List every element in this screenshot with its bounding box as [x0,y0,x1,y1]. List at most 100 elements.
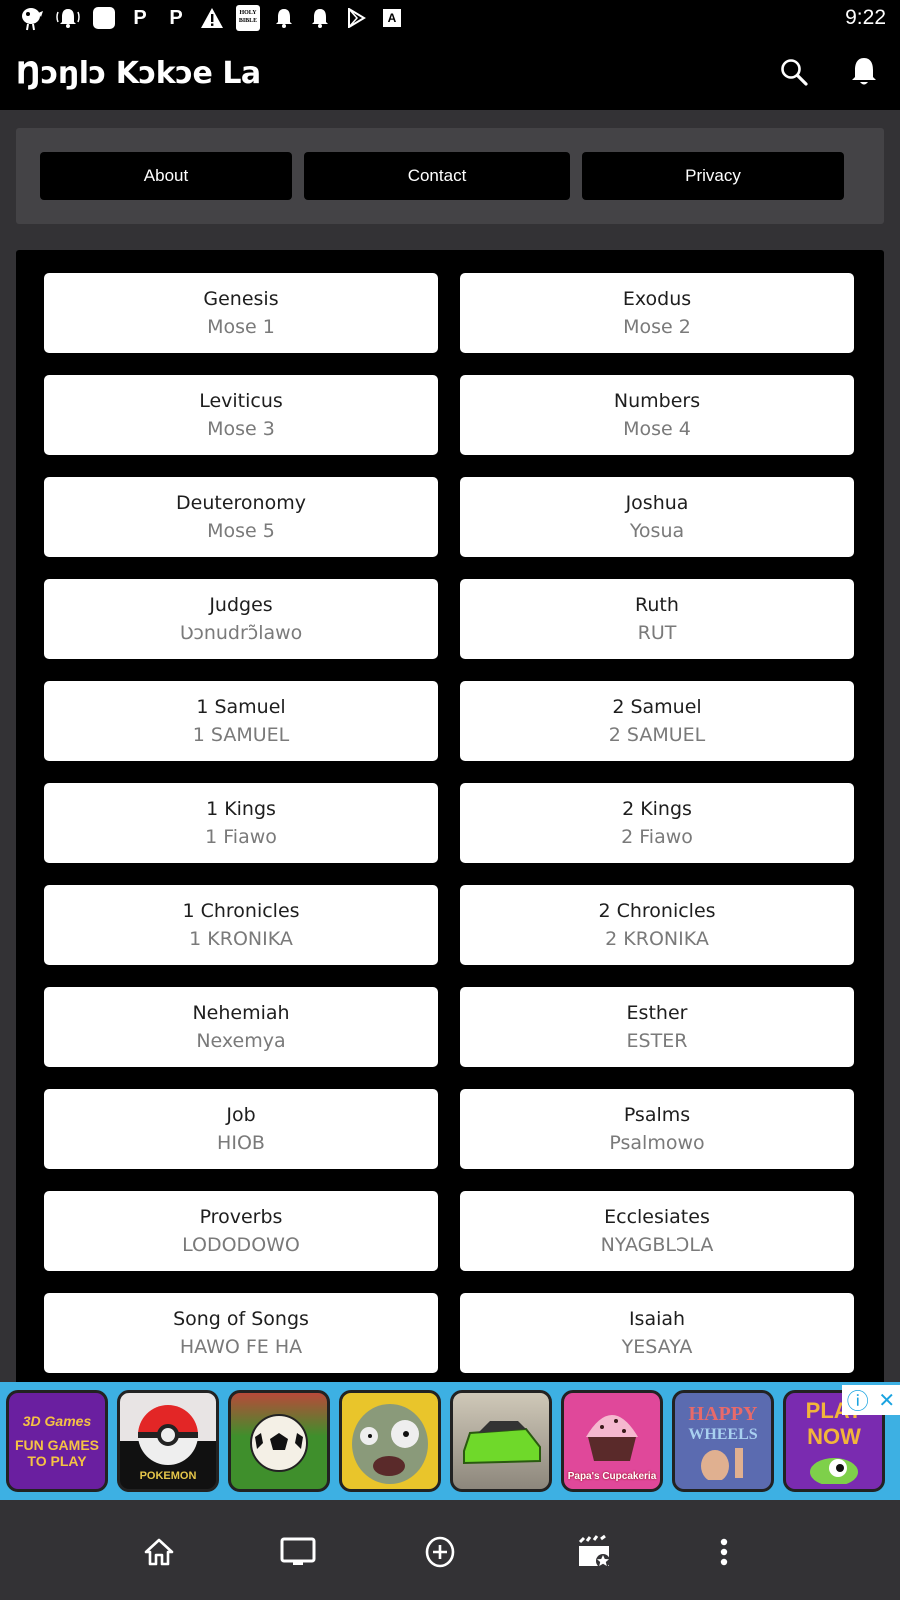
book-subtitle: NYAGBLƆLA [600,1234,714,1256]
ad-tile-soccer[interactable] [228,1390,330,1492]
holy-bible-icon: HOLY BIBLE [230,0,266,36]
p-glyph: P [133,6,147,29]
ad-tile-papas-cupcakeria[interactable]: Papa's Cupcakeria [561,1390,663,1492]
book-subtitle: 1 Fiawo [205,826,277,848]
p-icon: P [158,0,194,36]
status-clock: 9:22 [845,6,886,29]
about-button[interactable]: About [40,152,292,200]
book-title: Judges [209,594,273,616]
character-icon [701,1447,743,1480]
book-title: Proverbs [199,1206,283,1228]
book-subtitle: LODODOWO [182,1234,300,1256]
app-mascot-icon [14,0,50,36]
book-subtitle: HIOB [217,1132,265,1154]
bible-label: HOLY BIBLE [236,5,260,31]
cupcake-icon [586,1414,638,1461]
book-judges[interactable]: Judges Ʋɔnudrɔ̃lawo [44,579,438,659]
book-esther[interactable]: Esther ESTER [460,987,854,1067]
ad-controls[interactable]: ⓘ ✕ [842,1385,900,1415]
ad-tile-line2: POKEMON [139,1470,197,1482]
book-subtitle: 2 Fiawo [621,826,693,848]
status-bar: P P HOLY BIBLE A 9:22 [0,0,900,36]
book-subtitle: Psalmowo [609,1132,705,1154]
book-title: 2 Kings [622,798,692,820]
pokeball-icon [138,1405,198,1465]
book-subtitle: 1 KRONIKA [189,928,293,950]
book-title: Ruth [635,594,679,616]
ad-banner[interactable]: 3D Games FUN GAMES TO PLAY POKEMON Papa'… [0,1382,900,1500]
rounded-square-icon [86,0,122,36]
book-1-chronicles[interactable]: 1 Chronicles 1 KRONIKA [44,885,438,965]
notifications-button[interactable] [842,50,886,94]
book-title: Deuteronomy [176,492,306,514]
more-vert-icon [720,1538,728,1566]
ad-tile-line2: WHEELS [688,1425,758,1443]
ad-tile-line2: FUN GAMES TO PLAY [15,1437,99,1469]
ad-tile-racing-car[interactable] [450,1390,552,1492]
book-subtitle: HAWO FE HA [179,1336,303,1358]
home-button[interactable] [135,1528,183,1576]
contact-button[interactable]: Contact [304,152,570,200]
book-psalms[interactable]: Psalms Psalmowo [460,1089,854,1169]
book-job[interactable]: Job HIOB [44,1089,438,1169]
book-1-kings[interactable]: 1 Kings 1 Fiawo [44,783,438,863]
a-glyph: A [383,9,401,27]
book-leviticus[interactable]: Leviticus Mose 3 [44,375,438,455]
book-subtitle: Nexemya [196,1030,286,1052]
warning-icon [194,0,230,36]
book-song-of-songs[interactable]: Song of Songs HAWO FE HA [44,1293,438,1373]
book-title: Isaiah [628,1308,686,1330]
bell-icon [302,0,338,36]
tv-icon [280,1537,316,1565]
book-exodus[interactable]: Exodus Mose 2 [460,273,854,353]
book-2-kings[interactable]: 2 Kings 2 Fiawo [460,783,854,863]
bell-icon [266,0,302,36]
book-2-samuel[interactable]: 2 Samuel 2 SAMUEL [460,681,854,761]
book-1-samuel[interactable]: 1 Samuel 1 SAMUEL [44,681,438,761]
book-joshua[interactable]: Joshua Yosua [460,477,854,557]
clapperboard-star-icon [578,1534,610,1568]
ad-tile-happy-wheels[interactable]: HAPPY WHEELS [672,1390,774,1492]
book-title: 2 Chronicles [598,900,716,922]
add-circle-icon [425,1536,455,1568]
book-title: 1 Chronicles [182,900,300,922]
search-button[interactable] [772,50,816,94]
tv-button[interactable] [274,1528,322,1576]
soccer-ball-icon [250,1414,308,1472]
play-store-icon [338,0,374,36]
movies-button[interactable] [570,1528,618,1576]
book-deuteronomy[interactable]: Deuteronomy Mose 5 [44,477,438,557]
ad-tile-pokemon[interactable]: POKEMON [117,1390,219,1492]
search-icon [781,59,808,86]
home-icon [144,1538,174,1566]
a-box-icon: A [374,0,410,36]
book-title: 1 Kings [206,798,276,820]
ad-tile-line1: 3D Games [22,1413,92,1429]
book-subtitle: Mose 5 [207,520,275,542]
bottom-navigation [0,1500,900,1600]
book-subtitle: Mose 3 [207,418,275,440]
ad-close-icon[interactable]: ✕ [878,1388,895,1413]
ad-tile-zombie[interactable] [339,1390,441,1492]
book-title: Nehemiah [192,1002,290,1024]
car-icon [463,1421,541,1465]
book-subtitle: RUT [637,622,677,644]
book-proverbs[interactable]: Proverbs LODODOWO [44,1191,438,1271]
more-options-button[interactable] [700,1528,748,1576]
book-subtitle: 2 KRONIKA [605,928,709,950]
ad-info-icon[interactable]: ⓘ [847,1384,869,1416]
book-title: Genesis [203,288,279,310]
privacy-button[interactable]: Privacy [582,152,844,200]
book-ruth[interactable]: Ruth RUT [460,579,854,659]
book-nehemiah[interactable]: Nehemiah Nexemya [44,987,438,1067]
book-2-chronicles[interactable]: 2 Chronicles 2 KRONIKA [460,885,854,965]
book-subtitle: YESAYA [621,1336,693,1358]
ad-tile-3d-games[interactable]: 3D Games FUN GAMES TO PLAY [6,1390,108,1492]
add-button[interactable] [416,1528,464,1576]
book-numbers[interactable]: Numbers Mose 4 [460,375,854,455]
main-content[interactable]: About Contact Privacy Genesis Mose 1 Exod… [0,110,900,1382]
book-title: Ecclesiates [604,1206,710,1228]
book-ecclesiastes[interactable]: Ecclesiates NYAGBLƆLA [460,1191,854,1271]
book-isaiah[interactable]: Isaiah YESAYA [460,1293,854,1373]
book-genesis[interactable]: Genesis Mose 1 [44,273,438,353]
